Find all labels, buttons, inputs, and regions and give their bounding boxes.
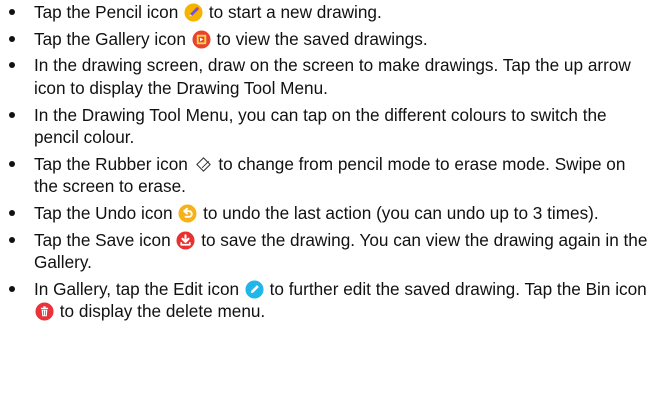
bullet-point bbox=[9, 285, 15, 292]
item-text: In the drawing screen, draw on the scree… bbox=[34, 55, 631, 98]
instructions-document: Tap the Pencil icon to start a new drawi… bbox=[0, 0, 664, 397]
list-item: Tap the Pencil icon to start a new drawi… bbox=[0, 1, 664, 24]
bullet-point bbox=[9, 236, 15, 243]
item-text-before: In Gallery, tap the Edit icon bbox=[34, 278, 240, 299]
list-item: Tap the Rubber icon to change from penci… bbox=[0, 153, 664, 198]
bullet-point bbox=[9, 160, 15, 167]
bin-icon bbox=[35, 302, 54, 321]
bullet-point bbox=[9, 62, 15, 69]
list-item: In Gallery, tap the Edit icon to further… bbox=[0, 278, 664, 323]
bullet-point bbox=[9, 209, 15, 216]
instruction-list: Tap the Pencil icon to start a new drawi… bbox=[0, 1, 664, 323]
item-text: In the Drawing Tool Menu, you can tap on… bbox=[34, 104, 607, 148]
item-text-mid: to further edit the saved drawing. Tap t… bbox=[269, 278, 647, 299]
save-icon bbox=[176, 231, 195, 250]
bullet-point bbox=[9, 9, 15, 15]
bullet-point bbox=[9, 35, 15, 42]
item-text-after: to display the delete menu. bbox=[59, 301, 266, 322]
bullet-point bbox=[9, 111, 15, 118]
undo-icon bbox=[178, 204, 197, 223]
item-text-before: Tap the Undo icon bbox=[34, 202, 173, 223]
list-item: In the drawing screen, draw on the scree… bbox=[0, 54, 664, 99]
item-text-before: Tap the Save icon bbox=[34, 229, 171, 250]
item-text-before: Tap the Rubber icon bbox=[34, 153, 188, 174]
gallery-icon bbox=[192, 30, 211, 49]
list-item: Tap the Save icon to save the drawing. Y… bbox=[0, 229, 664, 274]
item-text-after: to start a new drawing. bbox=[208, 2, 382, 22]
item-text-before: Tap the Gallery icon bbox=[34, 28, 186, 49]
pencil-icon bbox=[184, 3, 203, 22]
item-text-before: Tap the Pencil icon bbox=[34, 2, 179, 22]
list-item: Tap the Gallery icon to view the saved d… bbox=[0, 28, 664, 51]
item-text-after: to view the saved drawings. bbox=[216, 28, 428, 49]
item-text-after: to undo the last action (you can undo up… bbox=[203, 202, 599, 223]
list-item: In the Drawing Tool Menu, you can tap on… bbox=[0, 104, 664, 149]
list-item: Tap the Undo icon to undo the last actio… bbox=[0, 202, 664, 225]
edit-icon bbox=[245, 280, 264, 299]
rubber-icon bbox=[194, 155, 213, 174]
